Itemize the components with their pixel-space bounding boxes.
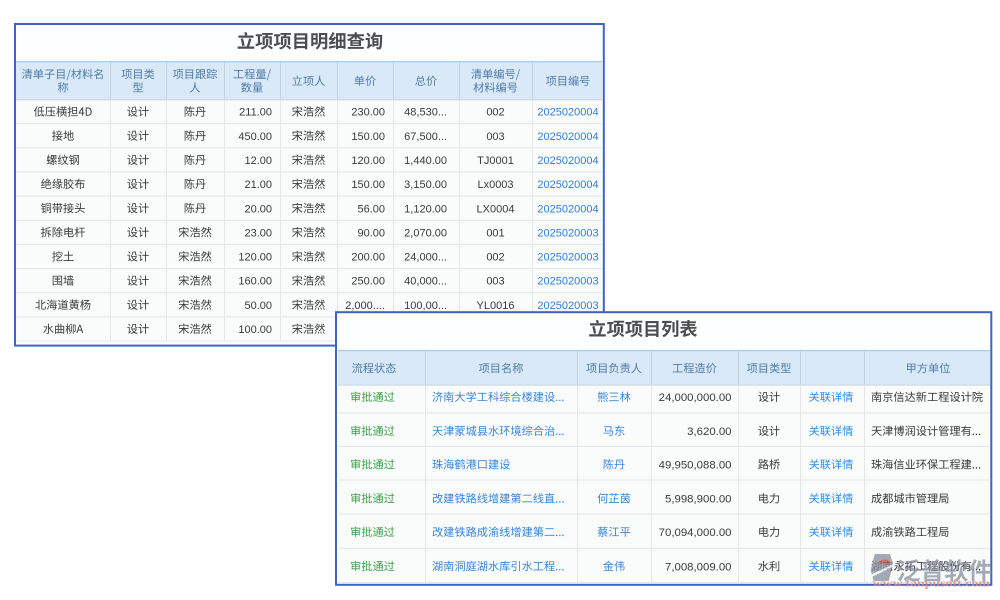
- svg-text:150.00: 150.00: [351, 179, 385, 191]
- svg-text:160.00: 160.00: [238, 276, 272, 288]
- svg-text:3,150.00: 3,150.00: [404, 179, 447, 191]
- svg-text:YL0016: YL0016: [477, 300, 515, 312]
- svg-text:2025020004: 2025020004: [537, 131, 598, 143]
- svg-text:2,070.00: 2,070.00: [404, 227, 447, 239]
- svg-text:LX0004: LX0004: [477, 203, 515, 215]
- svg-text:230.00: 230.00: [351, 107, 385, 119]
- svg-text:120.00: 120.00: [351, 155, 385, 167]
- svg-text:56.00: 56.00: [357, 203, 385, 215]
- svg-text:2,000....: 2,000....: [345, 300, 385, 312]
- svg-text:21.00: 21.00: [244, 179, 272, 191]
- svg-text:002: 002: [486, 107, 504, 119]
- svg-text:2025020003: 2025020003: [537, 300, 598, 312]
- svg-text:2025020003: 2025020003: [537, 276, 598, 288]
- svg-text:001: 001: [486, 227, 504, 239]
- svg-text:003: 003: [486, 276, 504, 288]
- svg-text:150.00: 150.00: [351, 131, 385, 143]
- svg-text:2025020004: 2025020004: [537, 203, 598, 215]
- svg-text:40,000...: 40,000...: [404, 276, 447, 288]
- svg-text:48,530...: 48,530...: [404, 107, 447, 119]
- svg-text:50.00: 50.00: [244, 300, 272, 312]
- svg-text:20.00: 20.00: [244, 203, 272, 215]
- svg-text:1,440.00: 1,440.00: [404, 155, 447, 167]
- svg-text:450.00: 450.00: [238, 131, 272, 143]
- svg-text:www.fanpusoft.com: www.fanpusoft.com: [873, 578, 991, 590]
- svg-text:100.00: 100.00: [238, 324, 272, 336]
- svg-text:49,950,088.00: 49,950,088.00: [659, 460, 732, 472]
- svg-text:5,998,900.00: 5,998,900.00: [665, 494, 732, 506]
- svg-text:002: 002: [486, 252, 504, 264]
- svg-text:3,620.00: 3,620.00: [687, 426, 731, 438]
- svg-text:1,120.00: 1,120.00: [404, 203, 447, 215]
- svg-text:2025020004: 2025020004: [537, 155, 598, 167]
- svg-text:100,00...: 100,00...: [404, 300, 447, 312]
- svg-text:003: 003: [486, 131, 504, 143]
- svg-text:Lx0003: Lx0003: [477, 179, 513, 191]
- svg-text:24,000,000.00: 24,000,000.00: [659, 392, 732, 404]
- svg-text:7,008,009.00: 7,008,009.00: [665, 561, 732, 573]
- svg-text:200.00: 200.00: [351, 252, 385, 264]
- svg-text:2025020004: 2025020004: [537, 107, 598, 119]
- svg-text:12.00: 12.00: [244, 155, 272, 167]
- svg-text:2025020003: 2025020003: [537, 227, 598, 239]
- svg-text:67,500...: 67,500...: [404, 131, 447, 143]
- svg-text:23.00: 23.00: [244, 227, 272, 239]
- svg-text:211.00: 211.00: [239, 107, 272, 119]
- svg-text:120.00: 120.00: [238, 252, 272, 264]
- svg-text:70,094,000.00: 70,094,000.00: [659, 527, 732, 539]
- svg-text:24,000...: 24,000...: [404, 252, 447, 264]
- svg-text:2025020003: 2025020003: [537, 252, 598, 264]
- svg-text:90.00: 90.00: [357, 227, 385, 239]
- svg-text:2025020004: 2025020004: [537, 179, 598, 191]
- svg-text:250.00: 250.00: [351, 276, 385, 288]
- svg-text:TJ0001: TJ0001: [477, 155, 514, 167]
